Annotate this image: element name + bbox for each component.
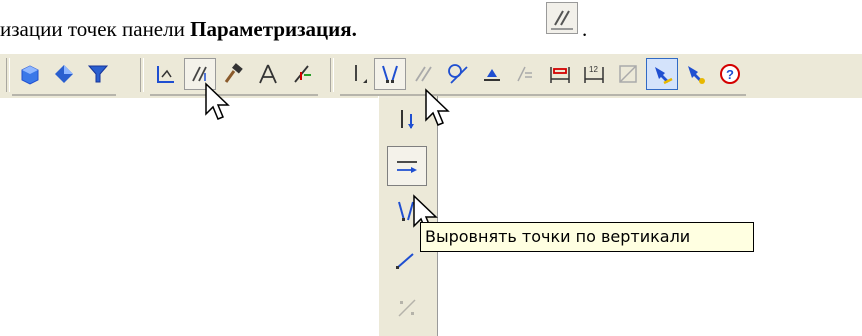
- align-vertical-down-icon[interactable]: [387, 100, 427, 140]
- help-icon[interactable]: ?: [714, 58, 746, 90]
- vertical-align-icon[interactable]: [340, 58, 372, 90]
- document-period: .: [582, 17, 588, 41]
- parametrization-panel-icon: [546, 2, 578, 34]
- compass-icon[interactable]: [252, 58, 284, 90]
- document-text-prefix: изации точек панели: [0, 17, 191, 41]
- parallel-lines-icon[interactable]: [184, 58, 216, 90]
- parallel-icon[interactable]: [408, 58, 440, 90]
- hammer-icon[interactable]: [218, 58, 250, 90]
- group-underline: [150, 94, 318, 96]
- toolbar-separator: [330, 58, 334, 92]
- fix-point-icon[interactable]: [150, 58, 182, 90]
- align-horizontal-arrow-icon[interactable]: [387, 146, 427, 186]
- align-vertical-points-icon[interactable]: [374, 58, 406, 90]
- analyze-icon[interactable]: [680, 58, 712, 90]
- point-on-curve-icon[interactable]: [476, 58, 508, 90]
- diamond-icon[interactable]: [48, 58, 80, 90]
- tooltip: Выровнять точки по вертикали: [420, 222, 754, 252]
- toolbar-separator: [6, 58, 10, 92]
- horizontal-dimension-icon[interactable]: [544, 58, 576, 90]
- filter-icon[interactable]: [82, 58, 114, 90]
- svg-text:?: ?: [726, 67, 734, 82]
- align-flyout-panel: [378, 96, 438, 336]
- equal-icon[interactable]: [510, 58, 542, 90]
- tangent-icon[interactable]: [442, 58, 474, 90]
- dimension-12-icon[interactable]: 12: [578, 58, 610, 90]
- panel-name: Параметризация.: [190, 17, 357, 41]
- bounding-box-icon[interactable]: [612, 58, 644, 90]
- align-disabled-icon[interactable]: [387, 288, 427, 328]
- cube-icon[interactable]: [14, 58, 46, 90]
- angle-icon[interactable]: [286, 58, 318, 90]
- group-underline: [12, 94, 116, 96]
- dimension-12-label: 12: [589, 65, 598, 74]
- document-text: изации точек панели Параметризация.: [0, 14, 357, 44]
- highlight-icon[interactable]: [646, 58, 678, 90]
- toolbar-separator: [140, 58, 144, 92]
